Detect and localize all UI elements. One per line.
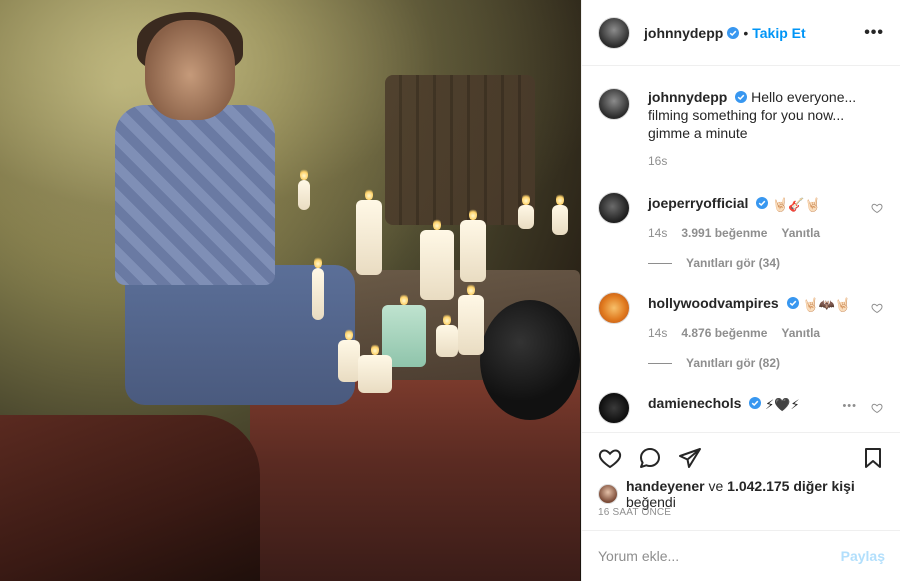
candle: [436, 313, 458, 357]
post-photo[interactable]: [0, 0, 581, 581]
comment-time[interactable]: 14s: [648, 326, 667, 340]
caption-text-line: johnnydepp Hello everyone... filming som…: [648, 88, 885, 142]
caption-username[interactable]: johnnydepp: [648, 89, 727, 105]
comment-item: joeperryofficial 🤘🏻🎸🤘🏻 14s 3.991 beğenme…: [582, 192, 900, 270]
caption: johnnydepp Hello everyone... filming som…: [582, 88, 900, 168]
author-username[interactable]: johnnydepp: [644, 25, 723, 41]
verified-badge-icon: [786, 297, 799, 309]
candle: [358, 343, 392, 393]
comment-time[interactable]: 14s: [648, 226, 667, 240]
candle: [338, 328, 360, 382]
desk-lamp: [480, 300, 580, 420]
reply-button[interactable]: Yanıtla: [781, 326, 820, 340]
comment-text-line: hollywoodvampires 🤘🏻🦇🤘🏻: [648, 294, 885, 314]
commenter-avatar[interactable]: [598, 292, 630, 324]
post-side-panel: johnnydepp • Takip Et ••• johnnydepp Hel…: [581, 0, 900, 581]
comment-composer: Yorum ekle... Paylaş: [582, 530, 900, 581]
comment-likes[interactable]: 3.991 beğenme: [681, 226, 767, 240]
caption-avatar[interactable]: [598, 88, 630, 120]
post-actions: [582, 432, 900, 482]
reply-button[interactable]: Yanıtla: [781, 226, 820, 240]
candle: [298, 168, 310, 210]
bookmark-icon[interactable]: [861, 446, 885, 470]
comment-emojis: 🤘🏻🎸🤘🏻: [772, 197, 821, 212]
view-replies-button[interactable]: Yanıtları gör (34): [648, 256, 885, 270]
liked-by-connector: ve: [708, 478, 724, 494]
post-timestamp[interactable]: 16 SAAT ÖNCE: [598, 507, 671, 518]
comment-meta: 14s 3.991 beğenme Yanıtla: [648, 226, 885, 240]
caption-meta: 16s: [648, 154, 885, 168]
verified-badge-icon: [749, 397, 762, 409]
comment-bubble-icon[interactable]: [638, 446, 662, 470]
more-options-icon[interactable]: •••: [864, 24, 884, 42]
comment-emojis: 🤘🏻🦇🤘🏻: [802, 297, 852, 312]
commenter-avatar[interactable]: [598, 392, 630, 424]
wooden-barrel: [385, 75, 535, 225]
post-header: johnnydepp • Takip Et •••: [582, 0, 900, 66]
commenter-avatar[interactable]: [598, 192, 630, 224]
comment-body: hollywoodvampires 🤘🏻🦇🤘🏻 14s 4.876 beğenm…: [648, 292, 885, 370]
comments-list[interactable]: johnnydepp Hello everyone... filming som…: [582, 66, 900, 431]
verified-badge-icon: [756, 197, 769, 209]
candle: [552, 193, 568, 235]
liker-avatar[interactable]: [598, 484, 618, 504]
commenter-username[interactable]: damienechols: [648, 395, 741, 411]
liked-by-text: handeyener ve 1.042.175 diğer kişi beğen…: [626, 478, 893, 510]
post-comment-button[interactable]: Paylaş: [841, 548, 885, 564]
candle: [518, 193, 534, 229]
caption-time[interactable]: 16s: [648, 154, 667, 168]
comment-emojis: ⚡🖤⚡: [765, 397, 800, 412]
verified-badge-icon: [735, 91, 748, 103]
share-paper-plane-icon[interactable]: [678, 446, 702, 470]
view-replies-button[interactable]: Yanıtları gör (82): [648, 356, 885, 370]
view-replies-label: Yanıtları gör (82): [686, 356, 781, 370]
author-info: johnnydepp • Takip Et: [644, 25, 806, 41]
candle: [356, 188, 382, 275]
like-heart-icon[interactable]: [598, 446, 622, 470]
face: [145, 20, 235, 120]
candle: [458, 283, 484, 355]
liked-by: handeyener ve 1.042.175 diğer kişi beğen…: [598, 478, 893, 510]
comment-more-options-icon[interactable]: •••: [842, 400, 857, 412]
comment-meta: 14s 4.876 beğenme Yanıtla: [648, 326, 885, 340]
plaid-shirt: [115, 105, 275, 285]
comment-item: hollywoodvampires 🤘🏻🦇🤘🏻 14s 4.876 beğenm…: [582, 292, 900, 370]
comment-body: joeperryofficial 🤘🏻🎸🤘🏻 14s 3.991 beğenme…: [648, 192, 885, 270]
seated-man: [95, 10, 355, 450]
comment-like-heart-icon[interactable]: [871, 302, 883, 314]
candle: [420, 218, 454, 300]
comment-text-line: joeperryofficial 🤘🏻🎸🤘🏻: [648, 194, 885, 214]
author-avatar[interactable]: [598, 16, 630, 49]
verified-badge-icon: [727, 26, 740, 39]
commenter-username[interactable]: joeperryofficial: [648, 195, 748, 211]
instagram-post-view: johnnydepp • Takip Et ••• johnnydepp Hel…: [0, 0, 900, 581]
caption-body: johnnydepp Hello everyone... filming som…: [648, 88, 885, 168]
commenter-username[interactable]: hollywoodvampires: [648, 295, 779, 311]
candle: [312, 256, 324, 320]
comment-like-heart-icon[interactable]: [871, 402, 883, 414]
comment-item: damienechols ⚡🖤⚡ •••: [582, 392, 900, 424]
separator-dot: •: [743, 24, 749, 41]
liked-by-others[interactable]: 1.042.175 diğer kişi: [727, 478, 855, 494]
candle: [460, 208, 486, 282]
chair: [0, 415, 260, 581]
replies-divider: [648, 362, 672, 364]
follow-button[interactable]: Takip Et: [752, 25, 805, 41]
view-replies-label: Yanıtları gör (34): [686, 256, 781, 270]
liker-username[interactable]: handeyener: [626, 478, 705, 494]
comment-likes[interactable]: 4.876 beğenme: [681, 326, 767, 340]
replies-divider: [648, 262, 672, 264]
comment-like-heart-icon[interactable]: [871, 202, 883, 214]
comment-input[interactable]: Yorum ekle...: [598, 548, 679, 564]
